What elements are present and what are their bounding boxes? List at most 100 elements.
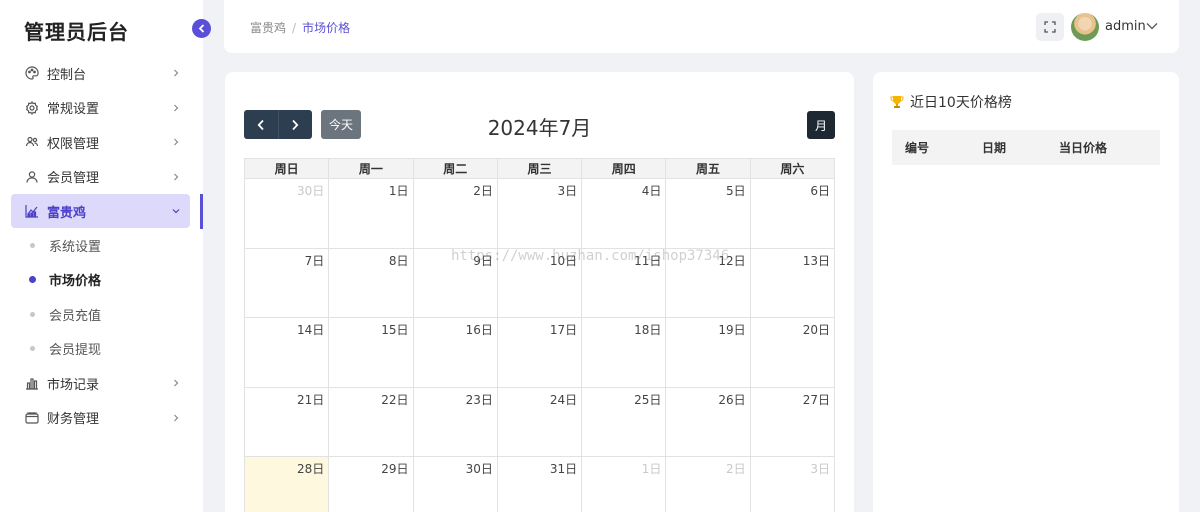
bullet-dot [30,311,35,317]
bullet-dot [30,242,35,248]
weekday-header: 周四 [581,158,667,179]
sidebar-item-label: 控制台 [47,67,87,83]
calendar-day[interactable]: 3日 [496,178,583,249]
calendar-day[interactable]: 30日 [412,456,498,512]
active-indicator [200,194,203,229]
calendar-day[interactable]: 13日 [749,247,836,319]
calendar-card: 今天 2024年7月 月 周日 周一 周二 周三 周四 周五 周六 30日 1日 2日 3日 4日 5… [225,72,854,512]
breadcrumb-item[interactable]: 富贵鸡 [250,21,286,35]
bar-chart-icon [25,376,39,390]
calendar-day[interactable]: 2日 [412,178,498,249]
weekday-header: 周五 [665,158,751,179]
fullscreen-icon [1044,21,1056,33]
weekday-header: 周一 [328,158,414,179]
chevron-right-icon [174,69,179,77]
calendar-day[interactable]: 19日 [665,317,751,388]
chevron-down-icon[interactable] [1146,21,1158,31]
sidebar-item-label: 富贵鸡 [47,205,87,221]
chevron-right-icon [174,379,179,387]
calendar-day[interactable]: 29日 [328,456,414,512]
calendar-day[interactable]: 30日 [243,178,330,249]
username[interactable]: admin [1105,19,1146,34]
sidebar-subitem[interactable]: 会员提现 [0,332,203,367]
calendar-day[interactable]: 8日 [328,247,414,319]
calendar-day[interactable]: 31日 [496,456,583,512]
calendar-day[interactable]: 12日 [665,247,751,319]
calendar-day[interactable]: 16日 [412,317,498,388]
ranking-card: 近日10天价格榜 编号 日期 当日价格 [873,72,1179,512]
calendar-week-row: 7日 8日 9日 10日 11日 12日 13日 [243,247,836,319]
calendar-grid: 周日 周一 周二 周三 周四 周五 周六 30日 1日 2日 3日 4日 5日 6日 7日 8日 9日 10日 1… [243,158,836,512]
chevron-right-icon [174,414,179,422]
breadcrumb-current: 市场价格 [302,21,351,35]
calendar-day[interactable]: 14日 [243,317,330,388]
chevron-left-icon [198,24,204,33]
breadcrumb: 富贵鸡 / 市场价格 [250,21,351,35]
calendar-day[interactable]: 22日 [328,386,414,458]
month-view-button[interactable]: 月 [807,111,835,139]
column-header: 日期 [982,141,1007,155]
chevron-right-icon [174,104,179,112]
calendar-day[interactable]: 27日 [749,386,836,458]
chart-area-icon [25,204,39,218]
ranking-title: 近日10天价格榜 [890,92,1012,112]
sidebar-item[interactable]: 权限管理 [0,125,203,160]
calendar-day[interactable]: 1日 [328,178,414,249]
column-header: 编号 [905,141,930,155]
sidebar-item[interactable]: 常规设置 [0,91,203,126]
sidebar-item[interactable]: 市场记录 [0,366,203,401]
avatar[interactable] [1071,13,1099,41]
sidebar-submenu: 系统设置市场价格会员充值 会员提现 [0,228,203,366]
collapse-sidebar-button[interactable] [192,19,211,38]
calendar-day[interactable]: 1日 [581,456,667,512]
sidebar-subitem[interactable]: 系统设置 [0,228,203,263]
calendar-day[interactable]: 3日 [749,456,836,512]
brand-title: 管理员后台 [24,20,129,44]
calendar-day[interactable]: 21日 [243,386,330,458]
sidebar-item-label: 市场记录 [47,377,100,393]
bullet-dot [30,346,35,352]
calendar-day[interactable]: 10日 [496,247,583,319]
bullet-dot [29,276,36,284]
calendar-day[interactable]: 9日 [412,247,498,319]
calendar-day[interactable]: 6日 [749,178,836,249]
column-header: 当日价格 [1059,141,1108,155]
calendar-day[interactable]: 7日 [243,247,330,319]
sidebar-subitem[interactable]: 市场价格 [0,263,203,298]
calendar-day[interactable]: 24日 [496,386,583,458]
sidebar-subitem[interactable]: 会员充值 [0,297,203,332]
weekday-header: 周六 [749,158,836,179]
weekday-header: 周三 [496,158,583,179]
ranking-title-text: 近日10天价格榜 [910,95,1012,111]
wallet-icon [25,411,39,425]
palette-icon [25,66,39,80]
sidebar-subitem-label: 市场价格 [49,274,102,290]
calendar-week-row: 28日 29日 30日 31日 1日 2日 3日 [243,456,836,512]
calendar-day[interactable]: 11日 [581,247,667,319]
calendar-day[interactable]: 20日 [749,317,836,388]
calendar-day[interactable]: 15日 [328,317,414,388]
sidebar-item-label: 常规设置 [47,102,100,118]
sidebar-item-label: 会员管理 [47,171,100,187]
calendar-day-today[interactable]: 28日 [243,456,330,512]
sidebar-item[interactable]: 控制台 [0,56,203,91]
calendar-day[interactable]: 23日 [412,386,498,458]
calendar-day[interactable]: 5日 [665,178,751,249]
calendar-day[interactable]: 26日 [665,386,751,458]
sidebar-item[interactable]: 会员管理 [0,160,203,195]
calendar-day[interactable]: 2日 [665,456,751,512]
calendar-week-row: 30日 1日 2日 3日 4日 5日 6日 [243,178,836,249]
users-icon [25,135,39,149]
sidebar-subitem-label: 系统设置 [49,239,102,255]
fullscreen-button[interactable] [1036,13,1064,41]
calendar-day[interactable]: 17日 [496,317,583,388]
top-header: 富贵鸡 / 市场价格 admin [224,0,1179,53]
chevron-right-icon [174,173,179,181]
weekday-header: 周日 [243,158,330,179]
calendar-day[interactable]: 18日 [581,317,667,388]
sidebar-item[interactable]: 财务管理 [0,401,203,436]
sidebar-item[interactable]: 富贵鸡 [11,194,190,228]
calendar-day[interactable]: 4日 [581,178,667,249]
calendar-day[interactable]: 25日 [581,386,667,458]
sidebar-item-label: 财务管理 [47,412,100,428]
